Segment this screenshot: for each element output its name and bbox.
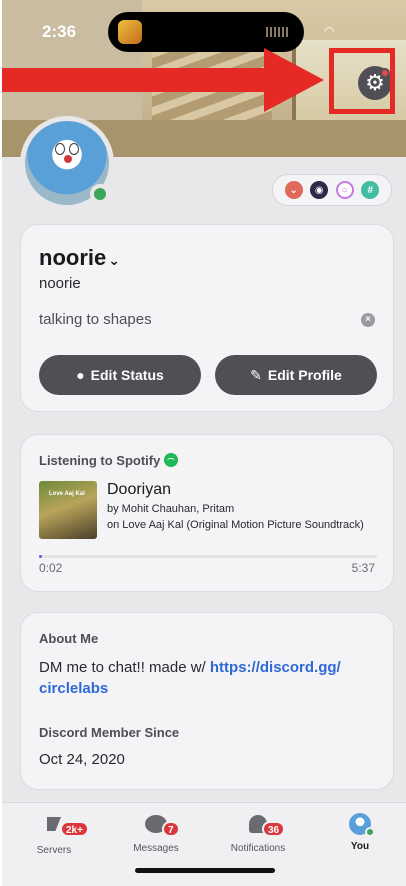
album-line: on Love Aaj Kal (Original Motion Picture… (107, 519, 364, 531)
servers-count-badge: 2k+ (60, 821, 89, 837)
tab-notifications[interactable]: 36 Notifications (218, 813, 298, 854)
speed-badge-icon[interactable]: ◉ (310, 181, 329, 199)
edit-profile-button[interactable]: ✎ Edit Profile (215, 355, 377, 395)
you-online-dot (365, 827, 375, 837)
chevron-down-icon: ⌄ (108, 252, 120, 268)
badge-list[interactable]: ⌄ ◉ ○ # (272, 174, 392, 206)
album-art[interactable]: Love Aaj Kal (39, 481, 97, 539)
profile-screen: 2:36 ◠ ⚙ ⌄ ◉ ○ # noorie ⌄ noorie talking … (2, 0, 406, 886)
username: noorie (39, 275, 81, 292)
spotify-heading-text: Listening to Spotify (39, 453, 161, 468)
avatar-nose (64, 155, 72, 163)
nitro-badge-icon[interactable]: ○ (335, 181, 354, 199)
tab-servers-label: Servers (36, 845, 72, 856)
track-duration: 5:37 (351, 561, 375, 575)
tab-messages-label: Messages (133, 843, 179, 854)
about-card: About Me DM me to chat!! made w/ https:/… (20, 612, 394, 790)
pencil-icon: ✎ (250, 366, 262, 383)
audio-wave-icon (266, 27, 290, 37)
home-indicator[interactable] (135, 868, 275, 873)
custom-status[interactable]: talking to shapes (39, 311, 152, 328)
artist-line: by Mohit Chauhan, Pritam (107, 503, 235, 515)
edit-status-label: Edit Status (90, 367, 164, 383)
clear-status-icon[interactable]: × (361, 313, 375, 327)
tab-you[interactable]: You (320, 813, 400, 852)
now-playing-app-icon (118, 20, 142, 44)
hashtag-badge-icon[interactable]: # (361, 181, 380, 199)
spotify-heading: Listening to Spotify (39, 453, 179, 468)
speech-bubble-icon: ● (76, 367, 85, 383)
invite-link-part-1: https://discord.gg/ (209, 659, 341, 676)
about-text-prefix: DM me to chat!! made w/ (39, 659, 210, 676)
spotify-icon (164, 453, 179, 467)
annotation-arrow-shaft (2, 68, 272, 92)
elapsed-time: 0:02 (39, 561, 63, 575)
about-text: DM me to chat!! made w/ https://discord.… (39, 657, 379, 699)
tab-notifications-label: Notifications (230, 843, 286, 854)
tab-messages[interactable]: 7 Messages (116, 813, 196, 854)
avatar-eye (69, 143, 79, 155)
about-heading: About Me (39, 631, 99, 646)
playback-progress-fill (39, 555, 43, 558)
wifi-icon: ◠ (324, 24, 335, 38)
invite-link-part-2: circlelabs (39, 680, 109, 697)
member-since-date: Oct 24, 2020 (39, 751, 125, 768)
messages-count-badge: 7 (162, 821, 180, 837)
tab-servers[interactable]: 2k+ Servers (14, 813, 94, 856)
hypesquad-badge-icon[interactable]: ⌄ (284, 181, 303, 199)
clock: 2:36 (42, 22, 77, 41)
display-name[interactable]: noorie ⌄ (39, 245, 120, 271)
member-since-heading: Discord Member Since (39, 725, 180, 740)
edit-profile-label: Edit Profile (267, 367, 342, 383)
annotation-arrow-head (264, 48, 324, 112)
annotation-highlight-box (329, 48, 395, 114)
tab-you-label: You (350, 841, 370, 852)
spotify-activity-card[interactable]: Listening to Spotify Love Aaj Kal Dooriy… (20, 434, 394, 592)
dynamic-island[interactable] (108, 12, 304, 52)
online-status-indicator (90, 184, 110, 204)
display-name-text: noorie (39, 245, 107, 270)
song-title: Dooriyan (107, 481, 172, 498)
playback-progress-bar (39, 555, 377, 558)
edit-status-button[interactable]: ● Edit Status (39, 355, 201, 395)
album-art-title: Love Aaj Kal (49, 491, 85, 497)
notifications-count-badge: 36 (262, 821, 286, 837)
avatar-eye (55, 143, 65, 155)
server-icon (47, 817, 61, 831)
bottom-tab-bar: 2k+ Servers 7 Messages 36 Notifications … (2, 802, 406, 886)
profile-card: noorie ⌄ noorie talking to shapes × ● Edi… (20, 224, 394, 412)
you-avatar-icon (349, 813, 375, 837)
